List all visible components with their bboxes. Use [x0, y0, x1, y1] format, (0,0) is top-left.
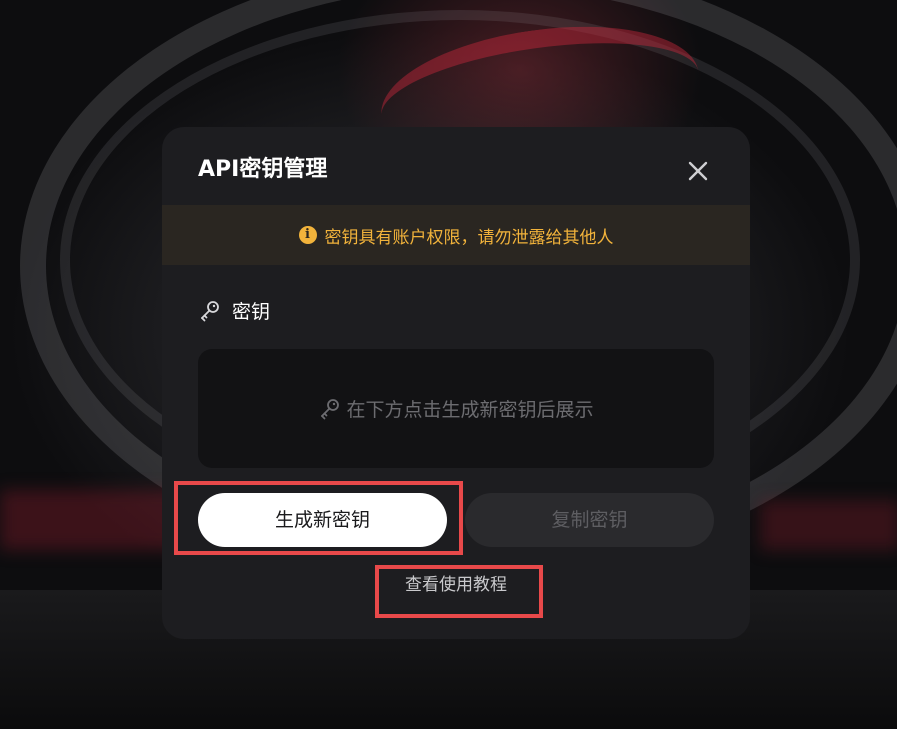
key-section-header: 密钥 — [198, 297, 270, 324]
highlight-box — [375, 565, 543, 618]
key-display-box: 在下方点击生成新密钥后展示 — [198, 349, 714, 468]
key-icon — [321, 398, 340, 419]
copy-key-button[interactable]: 复制密钥 — [465, 493, 714, 547]
close-icon[interactable] — [682, 155, 714, 187]
close-button[interactable] — [682, 155, 714, 187]
warning-banner: i 密钥具有账户权限，请勿泄露给其他人 — [162, 205, 750, 265]
highlight-box — [174, 481, 463, 555]
key-icon — [201, 300, 219, 321]
api-key-dialog: API密钥管理 i 密钥具有账户权限，请勿泄露给其他人 密钥 在下方点击生成新密… — [162, 127, 750, 639]
warning-text: 密钥具有账户权限，请勿泄露给其他人 — [324, 227, 614, 248]
key-placeholder-text: 在下方点击生成新密钥后展示 — [346, 399, 594, 421]
key-section-label: 密钥 — [232, 301, 271, 323]
background-shape — [760, 500, 897, 550]
background-shape — [0, 490, 180, 550]
info-icon: i — [298, 226, 317, 244]
dialog-title: API密钥管理 — [198, 157, 328, 182]
